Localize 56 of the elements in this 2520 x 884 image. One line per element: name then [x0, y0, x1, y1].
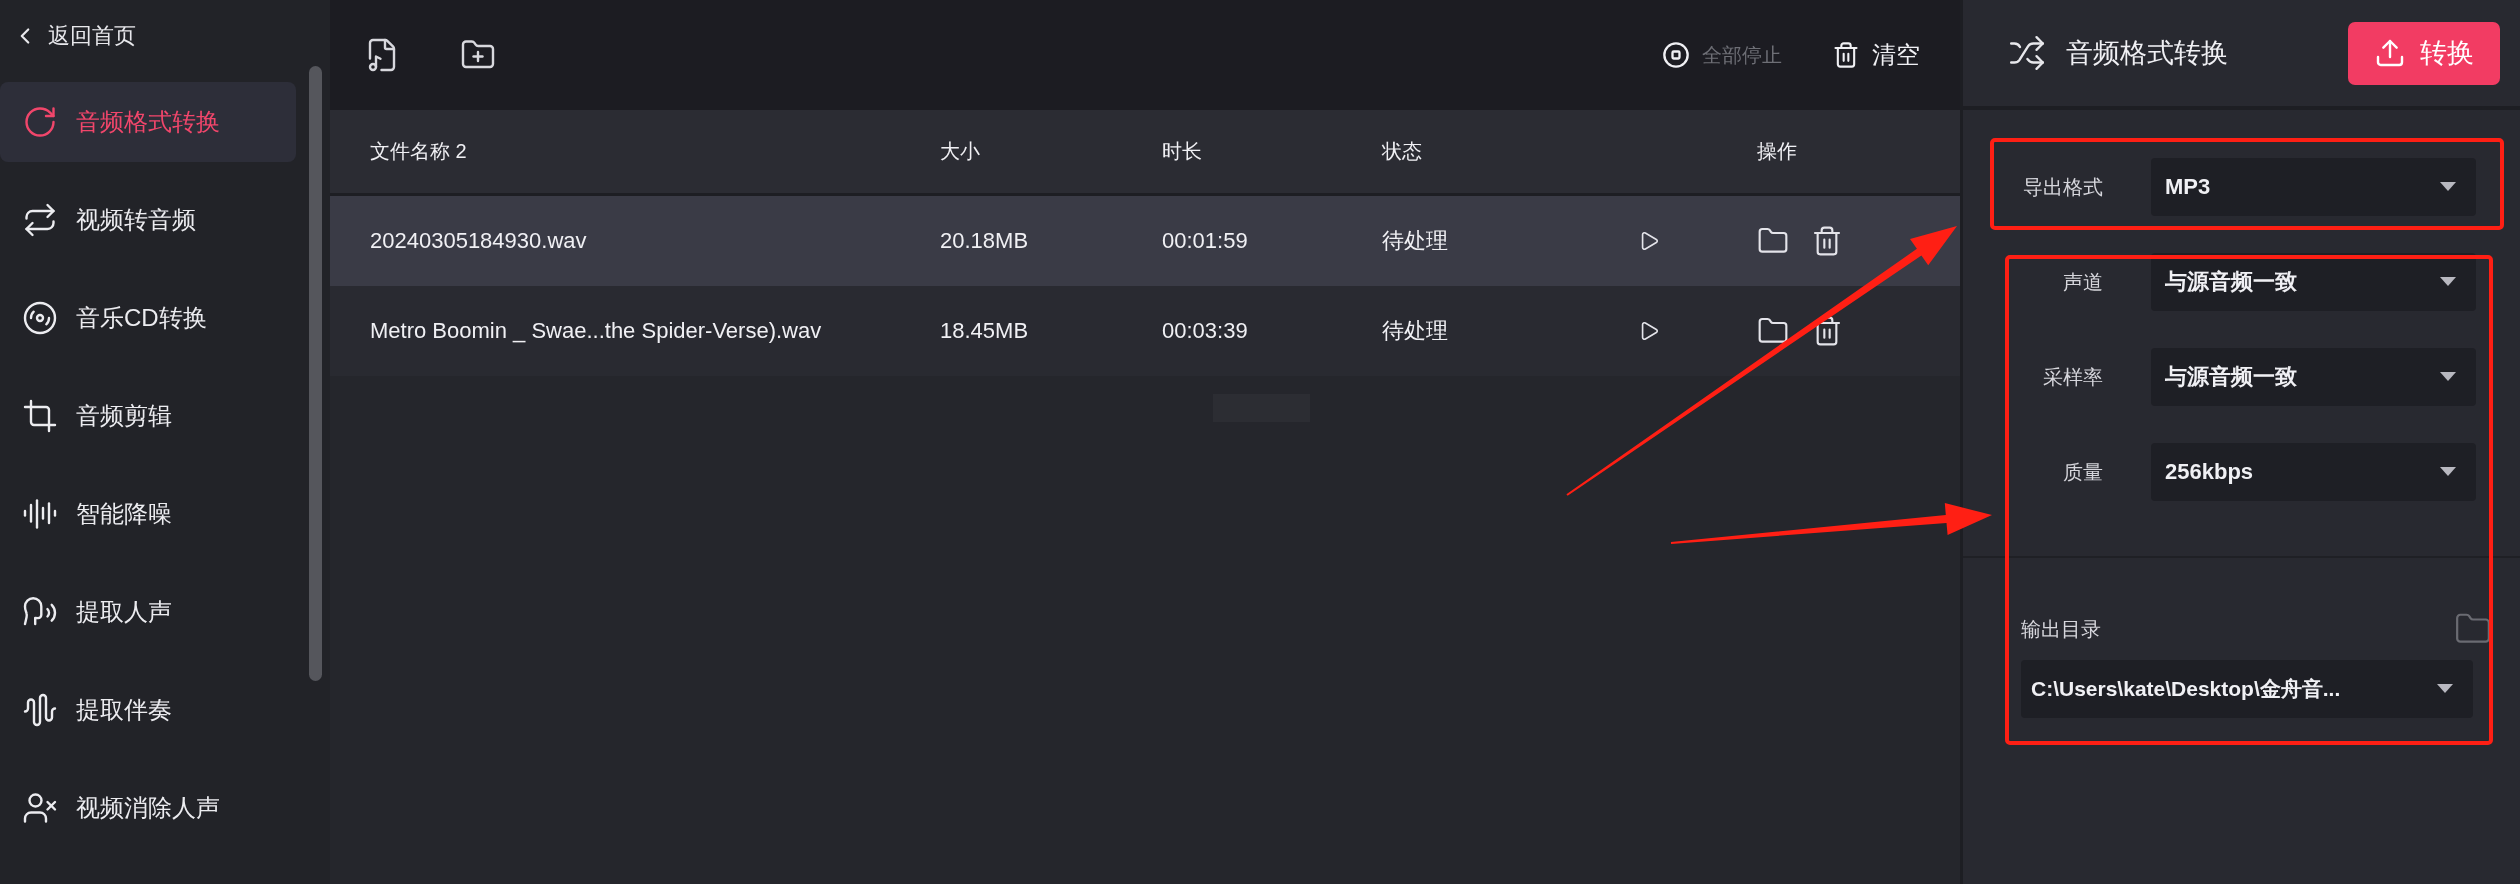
- output-path-dropdown[interactable]: C:\Users\kate\Desktop\金舟音...: [2021, 660, 2473, 718]
- column-header: 操作: [1757, 139, 1798, 164]
- file-name: 20240305184930.wav: [370, 228, 588, 254]
- panel-title: 音频格式转换: [2066, 37, 2228, 70]
- sidebar-item[interactable]: 音频格式转换: [0, 82, 296, 162]
- caret-icon: [2440, 182, 2456, 192]
- setting-dropdown[interactable]: 256kbps: [2151, 443, 2476, 501]
- file-size: 20.18MB: [940, 228, 1030, 254]
- column-header: 文件名称 2: [370, 139, 468, 164]
- file-size: 18.45MB: [940, 318, 1030, 344]
- file-row[interactable]: 20240305184930.wav 20.18MB 00:01:59 待处理: [330, 196, 1960, 286]
- sidebar-item[interactable]: 提取伴奏: [0, 670, 296, 750]
- setting-label: 质量: [2062, 459, 2103, 485]
- file-status: 待处理: [1382, 227, 1449, 255]
- sidebar-item[interactable]: 提取人声: [0, 572, 296, 652]
- trash-icon: [1832, 41, 1860, 69]
- setting-label: 输出目录: [2021, 616, 2101, 642]
- caret-icon: [2437, 684, 2453, 694]
- scrollbar[interactable]: [309, 66, 322, 681]
- back-link[interactable]: 返回首页: [0, 8, 136, 64]
- file-duration: 00:03:39: [1162, 318, 1249, 344]
- caret-icon: [2440, 467, 2456, 477]
- caret-icon: [2440, 277, 2456, 287]
- back-label: 返回首页: [48, 22, 136, 50]
- column-header: 时长: [1162, 139, 1203, 164]
- audio-lines-icon: [22, 496, 58, 532]
- sidebar-item[interactable]: 智能降噪: [0, 474, 296, 554]
- trash-icon[interactable]: [1811, 225, 1843, 257]
- caret-icon: [2440, 372, 2456, 382]
- file-row[interactable]: Metro Boomin _ Swae...the Spider-Verse).wav 18.45MB 00:03:39 待处理: [330, 286, 1960, 376]
- sidebar-item[interactable]: 视频消除人声: [0, 768, 296, 848]
- sidebar-item[interactable]: 音乐CD转换: [0, 278, 296, 358]
- shuffle-icon: [2008, 34, 2046, 72]
- setting-label: 导出格式: [2022, 174, 2103, 200]
- sidebar-item[interactable]: 音频剪辑: [0, 376, 296, 456]
- setting-label: 采样率: [2042, 364, 2103, 390]
- convert-button[interactable]: 转换: [2348, 21, 2500, 85]
- head-cross-icon: [22, 790, 58, 826]
- file-status: 待处理: [1382, 317, 1449, 345]
- setting-dropdown[interactable]: 与源音频一致: [2151, 348, 2476, 406]
- crop-icon: [22, 398, 58, 434]
- clear-button[interactable]: 清空: [1832, 39, 1920, 71]
- column-header: 大小: [940, 139, 981, 164]
- setting-label: 声道: [2062, 269, 2103, 295]
- repeat-icon: [22, 202, 58, 238]
- column-header: 状态: [1382, 139, 1423, 164]
- setting-dropdown[interactable]: MP3: [2151, 158, 2476, 216]
- file-name: Metro Boomin _ Swae...the Spider-Verse).wav: [370, 318, 823, 344]
- rotate-icon: [22, 104, 58, 140]
- disc-icon: [22, 300, 58, 336]
- setting-dropdown[interactable]: 与源音频一致: [2151, 253, 2476, 311]
- file-duration: 00:01:59: [1162, 228, 1249, 254]
- sidebar-item[interactable]: 视频转音频: [0, 180, 296, 260]
- upload-icon: [2374, 37, 2406, 69]
- stop-icon: [1662, 41, 1690, 69]
- waveform-icon: [22, 692, 58, 728]
